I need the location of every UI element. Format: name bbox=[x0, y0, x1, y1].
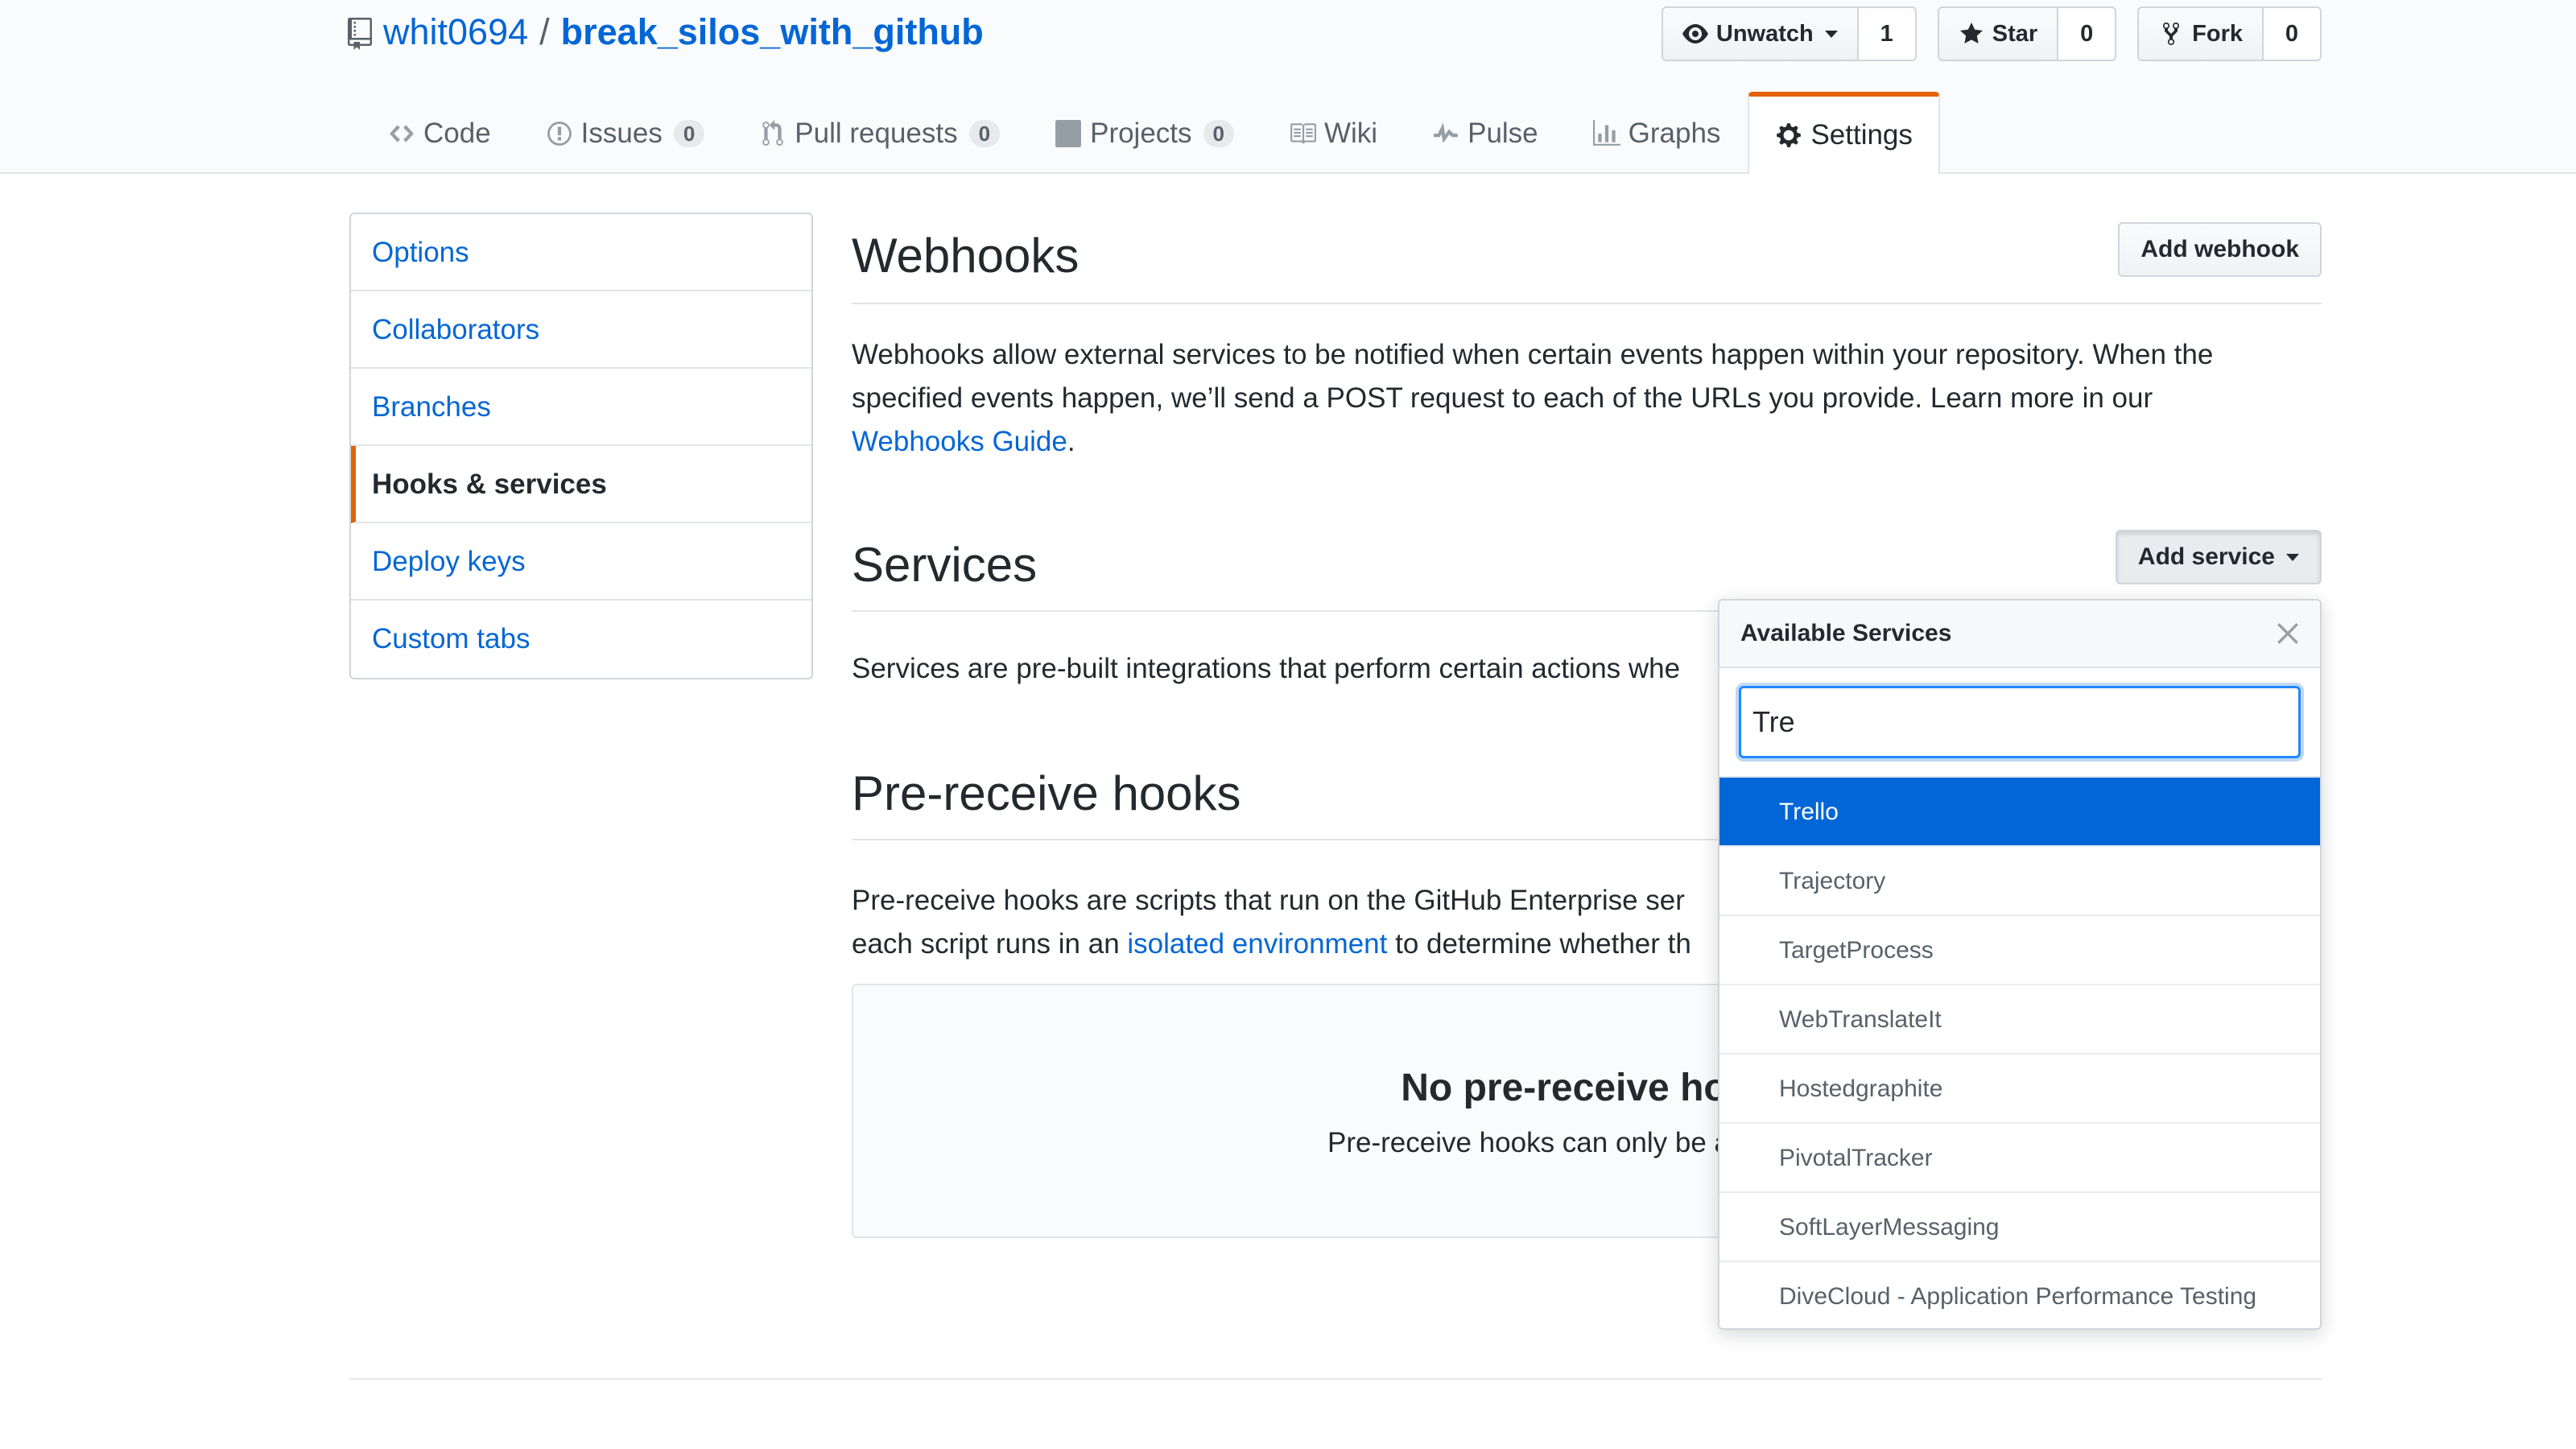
services-list: Trello Trajectory TargetProcess WebTrans… bbox=[1719, 778, 2320, 1328]
gear-icon bbox=[1777, 123, 1802, 147]
tab-pulse[interactable]: Pulse bbox=[1405, 92, 1566, 174]
fork-button[interactable]: Fork bbox=[2137, 6, 2264, 61]
service-item-hostedgraphite[interactable]: Hostedgraphite bbox=[1719, 1055, 2320, 1124]
projects-counter: 0 bbox=[1203, 120, 1234, 147]
star-button[interactable]: Star bbox=[1937, 6, 2059, 61]
tab-pulse-label: Pulse bbox=[1468, 118, 1538, 149]
prereceive-desc-before: each script runs in an bbox=[852, 928, 1120, 960]
watch-group: Unwatch 1 bbox=[1661, 6, 1917, 61]
tab-code[interactable]: Code bbox=[361, 92, 518, 174]
dropdown-header: Available Services bbox=[1719, 601, 2320, 668]
isolated-environment-link[interactable]: isolated environment bbox=[1127, 928, 1387, 960]
dropdown-title: Available Services bbox=[1740, 620, 1952, 646]
fork-icon bbox=[2163, 22, 2180, 46]
sidebar-item-collaborators[interactable]: Collaborators bbox=[351, 291, 811, 369]
webhooks-description: Webhooks allow external services to be n… bbox=[852, 333, 2213, 464]
stargazers-count[interactable]: 0 bbox=[2058, 6, 2117, 61]
sidebar-item-hooks-services[interactable]: Hooks & services bbox=[351, 446, 811, 523]
footer-divider bbox=[349, 1378, 2322, 1380]
tab-wiki-label: Wiki bbox=[1324, 118, 1378, 149]
service-item-trello[interactable]: Trello bbox=[1719, 778, 2320, 847]
sidebar-item-branches[interactable]: Branches bbox=[351, 369, 811, 446]
service-item-trajectory[interactable]: Trajectory bbox=[1719, 847, 2320, 916]
sidebar-item-options[interactable]: Options bbox=[351, 214, 811, 291]
available-services-dropdown: Available Services Trello Trajectory Tar… bbox=[1718, 599, 2322, 1330]
webhooks-desc-period: . bbox=[1067, 426, 1075, 457]
repo-nav: Code Issues 0 Pull requests 0 Projects 0… bbox=[361, 92, 1940, 174]
services-subhead: Services Add service bbox=[852, 518, 2322, 612]
service-item-divecloud[interactable]: DiveCloud - Application Performance Test… bbox=[1719, 1262, 2320, 1328]
tab-issues-label: Issues bbox=[580, 118, 663, 149]
add-service-label: Add service bbox=[2137, 543, 2275, 570]
forks-count[interactable]: 0 bbox=[2264, 6, 2322, 61]
book-icon bbox=[1290, 123, 1316, 144]
prereceive-desc-line2: each script runs in an isolated environm… bbox=[852, 923, 1691, 966]
tab-projects[interactable]: Projects 0 bbox=[1027, 92, 1261, 174]
webhooks-heading: Webhooks bbox=[852, 229, 1080, 283]
tab-wiki[interactable]: Wiki bbox=[1261, 92, 1405, 174]
prereceive-description: Pre-receive hooks are scripts that run o… bbox=[852, 879, 1691, 966]
tab-settings[interactable]: Settings bbox=[1748, 92, 1940, 174]
tab-graphs[interactable]: Graphs bbox=[1566, 92, 1748, 174]
repo-path-separator: / bbox=[539, 11, 550, 52]
watchers-count[interactable]: 1 bbox=[1858, 6, 1917, 61]
pull-request-icon bbox=[762, 120, 784, 146]
repo-name-link[interactable]: break_silos_with_github bbox=[561, 6, 984, 58]
pull-requests-counter: 0 bbox=[968, 120, 1001, 147]
service-item-pivotaltracker[interactable]: PivotalTracker bbox=[1719, 1124, 2320, 1193]
settings-menu: Options Collaborators Branches Hooks & s… bbox=[349, 213, 813, 679]
code-icon bbox=[390, 125, 414, 142]
tab-code-label: Code bbox=[423, 118, 491, 149]
tab-projects-label: Projects bbox=[1090, 118, 1192, 149]
unwatch-button[interactable]: Unwatch bbox=[1661, 6, 1859, 61]
service-item-webtranslateit[interactable]: WebTranslateIt bbox=[1719, 985, 2320, 1055]
issues-counter: 0 bbox=[673, 120, 705, 147]
tab-pull-requests[interactable]: Pull requests 0 bbox=[732, 92, 1027, 174]
prereceive-desc-after: to determine whether th bbox=[1395, 928, 1691, 960]
repo-icon bbox=[348, 18, 372, 50]
webhooks-guide-link[interactable]: Webhooks Guide bbox=[852, 426, 1067, 457]
sidebar-item-custom-tabs[interactable]: Custom tabs bbox=[351, 601, 811, 678]
dropdown-filter bbox=[1719, 668, 2320, 778]
tab-settings-label: Settings bbox=[1810, 119, 1913, 151]
repo-actions: Unwatch 1 Star 0 Fork 0 bbox=[1661, 6, 2322, 61]
services-heading: Services bbox=[852, 538, 1038, 592]
close-icon[interactable] bbox=[2277, 622, 2299, 645]
issue-icon bbox=[547, 122, 572, 146]
sidebar-item-deploy-keys[interactable]: Deploy keys bbox=[351, 523, 811, 601]
chevron-down-icon bbox=[2286, 553, 2299, 561]
webhooks-desc-line1: Webhooks allow external services to be n… bbox=[852, 339, 2214, 370]
add-webhook-button[interactable]: Add webhook bbox=[2118, 222, 2322, 277]
star-group: Star 0 bbox=[1937, 6, 2117, 61]
tab-pull-requests-label: Pull requests bbox=[795, 118, 958, 149]
pulse-icon bbox=[1434, 122, 1458, 143]
add-service-button[interactable]: Add service bbox=[2115, 530, 2322, 584]
webhooks-subhead: Webhooks Add webhook bbox=[852, 213, 2322, 304]
repo-header: whit0694 / break_silos_with_github Unwat… bbox=[0, 0, 2576, 174]
repo-owner-link[interactable]: whit0694 bbox=[383, 6, 528, 58]
fork-label: Fork bbox=[2192, 20, 2243, 47]
tab-graphs-label: Graphs bbox=[1628, 118, 1721, 149]
star-label: Star bbox=[1992, 20, 2038, 47]
service-item-softlayermessaging[interactable]: SoftLayerMessaging bbox=[1719, 1193, 2320, 1262]
services-description: Services are pre-built integrations that… bbox=[852, 653, 1681, 684]
star-icon bbox=[1959, 23, 1983, 43]
webhooks-desc-line3: Webhooks Guide. bbox=[852, 420, 2213, 464]
chevron-down-icon bbox=[1824, 30, 1838, 38]
webhooks-desc-line2: specified events happen, we’ll send a PO… bbox=[852, 382, 2153, 414]
repo-title: whit0694 / break_silos_with_github bbox=[348, 6, 984, 58]
project-icon bbox=[1055, 120, 1082, 147]
graph-icon bbox=[1592, 120, 1620, 146]
service-item-targetprocess[interactable]: TargetProcess bbox=[1719, 916, 2320, 985]
tab-issues[interactable]: Issues 0 bbox=[518, 92, 733, 174]
fork-group: Fork 0 bbox=[2137, 6, 2322, 61]
service-filter-input[interactable] bbox=[1739, 686, 2301, 758]
unwatch-label: Unwatch bbox=[1715, 20, 1814, 47]
prereceive-heading: Pre-receive hooks bbox=[852, 766, 1241, 820]
eye-icon bbox=[1682, 24, 1708, 43]
prereceive-desc-line1: Pre-receive hooks are scripts that run o… bbox=[852, 885, 1685, 916]
